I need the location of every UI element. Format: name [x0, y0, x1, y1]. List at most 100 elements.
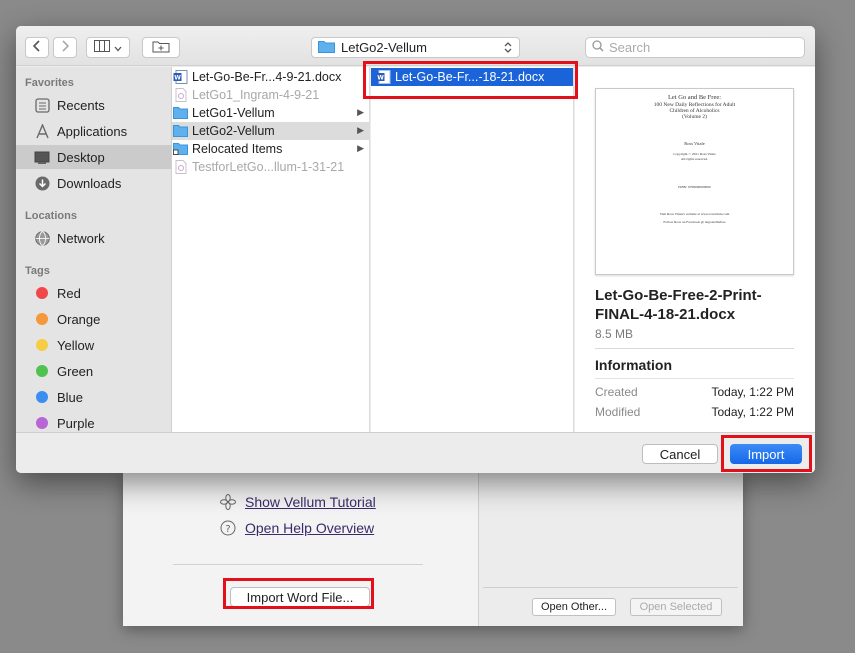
document-icon	[173, 88, 188, 102]
show-tutorial-link[interactable]: Show Vellum Tutorial	[219, 492, 376, 512]
word-doc-icon: W	[376, 70, 391, 84]
import-word-file-button[interactable]: Import Word File...	[230, 587, 370, 607]
list-item-selected[interactable]: W Let-Go-Be-Fr...-18-21.docx	[371, 68, 573, 86]
sidebar-item-recents[interactable]: Recents	[16, 93, 171, 117]
chevron-left-icon	[32, 40, 42, 55]
open-other-button[interactable]: Open Other...	[532, 598, 616, 616]
tags-heading: Tags	[25, 265, 50, 277]
search-placeholder: Search	[609, 40, 651, 55]
up-down-chevron-icon	[504, 41, 512, 57]
thumb-line: All rights reserved.	[681, 157, 708, 161]
browser-column-1: W Let-Go-Be-Fr...4-9-21.docx LetGo1_Ingr…	[172, 67, 370, 432]
cancel-button[interactable]: Cancel	[642, 444, 718, 464]
path-label: LetGo2-Vellum	[341, 40, 427, 55]
folder-icon	[173, 106, 188, 120]
downloads-icon	[34, 175, 50, 191]
document-thumbnail: Let Go and Be Free: 100 New Daily Reflec…	[595, 88, 794, 275]
open-selected-button[interactable]: Open Selected	[630, 598, 722, 616]
pane-divider	[478, 472, 479, 626]
sidebar-item-applications[interactable]: Applications	[16, 119, 171, 143]
file-name: TestforLetGo...llum-1-31-21	[192, 160, 345, 174]
thumb-line: ISBN: 9798000000000	[678, 185, 711, 189]
sidebar-item-label: Green	[57, 363, 94, 379]
red-tag-dot	[36, 287, 48, 299]
search-input[interactable]: Search	[585, 37, 805, 58]
open-help-link[interactable]: ? Open Help Overview	[219, 518, 374, 538]
chevron-right-icon	[60, 40, 70, 55]
vellum-welcome-window: Show Vellum Tutorial ? Open Help Overvie…	[123, 472, 743, 626]
thumb-line: Ross Vitale	[684, 141, 705, 146]
information-divider	[595, 378, 794, 379]
preview-file-name: Let-Go-Be-Free-2-Print-FINAL-4-18-21.doc…	[595, 287, 762, 323]
disclosure-arrow-icon: ▶	[357, 143, 364, 153]
disclosure-arrow-icon: ▶	[357, 125, 364, 135]
view-mode-button[interactable]	[86, 37, 130, 58]
list-item[interactable]: TestforLetGo...llum-1-31-21	[172, 158, 369, 176]
list-item[interactable]: LetGo1_Ingram-4-9-21	[172, 86, 369, 104]
modified-value: Today, 1:22 PM	[711, 405, 795, 419]
vellum-flower-icon	[219, 493, 237, 511]
chevron-down-icon	[114, 40, 122, 55]
green-tag-dot	[36, 365, 48, 377]
sidebar-item-label: Blue	[57, 389, 84, 405]
sidebar-tag-yellow[interactable]: Yellow	[16, 333, 171, 357]
disclosure-arrow-icon: ▶	[357, 107, 364, 117]
sidebar-item-label: Purple	[57, 415, 95, 431]
file-name: Let-Go-Be-Fr...4-9-21.docx	[192, 70, 342, 84]
back-button[interactable]	[25, 37, 49, 58]
sidebar-tag-blue[interactable]: Blue	[16, 385, 171, 409]
svg-text:?: ?	[225, 524, 230, 535]
folder-alias-icon	[173, 142, 188, 156]
import-button[interactable]: Import	[730, 444, 802, 464]
new-folder-button[interactable]	[142, 37, 180, 58]
svg-text:W: W	[174, 75, 181, 82]
svg-text:W: W	[377, 75, 384, 82]
folder-name: LetGo1-Vellum	[192, 106, 275, 120]
sidebar-tag-orange[interactable]: Orange	[16, 307, 171, 331]
browser-column-2: W Let-Go-Be-Fr...-18-21.docx	[371, 67, 574, 432]
folder-name: Relocated Items	[192, 142, 283, 156]
list-item[interactable]: Relocated Items ▶	[172, 140, 369, 158]
sidebar-item-label: Network	[57, 230, 105, 246]
dialog-footer: Cancel Import	[16, 432, 815, 473]
path-popup[interactable]: LetGo2-Vellum	[311, 37, 520, 58]
sidebar-tag-green[interactable]: Green	[16, 359, 171, 383]
sidebar-item-label: Orange	[57, 311, 101, 327]
preview-divider	[595, 348, 794, 349]
sidebar-item-label: Desktop	[57, 149, 105, 165]
sidebar-item-label: Downloads	[57, 175, 122, 191]
information-heading: Information	[595, 357, 672, 373]
thumb-line: Let Go and Be Free:	[667, 94, 722, 101]
preview-file-size: 8.5 MB	[595, 327, 634, 341]
sidebar-item-downloads[interactable]: Downloads	[16, 171, 171, 195]
orange-tag-dot	[36, 313, 48, 325]
sidebar-tag-red[interactable]: Red	[16, 281, 171, 305]
list-item[interactable]: LetGo1-Vellum ▶	[172, 104, 369, 122]
dialog-toolbar: LetGo2-Vellum Search	[16, 26, 815, 66]
file-name: Let-Go-Be-Fr...-18-21.docx	[395, 70, 545, 84]
recents-icon	[34, 97, 50, 113]
list-item[interactable]: LetGo2-Vellum ▶	[172, 122, 369, 140]
column-view-icon	[94, 40, 110, 55]
show-tutorial-text: Show Vellum Tutorial	[245, 494, 376, 510]
thumb-line: Visit Ross Vitale's website at www.rossv…	[659, 212, 730, 216]
search-icon	[592, 40, 604, 55]
created-value: Today, 1:22 PM	[711, 385, 795, 399]
sidebar-item-label: Red	[57, 285, 81, 301]
modified-label: Modified	[595, 405, 641, 419]
document-icon	[173, 160, 188, 174]
sidebar-item-network[interactable]: Network	[16, 226, 171, 250]
open-help-text: Open Help Overview	[245, 520, 375, 536]
welcome-divider	[173, 564, 423, 565]
new-folder-icon	[152, 40, 170, 56]
forward-button[interactable]	[53, 37, 77, 58]
favorites-heading: Favorites	[25, 77, 74, 89]
sidebar-item-desktop[interactable]: Desktop	[16, 145, 171, 169]
sidebar-tag-purple[interactable]: Purple	[16, 411, 171, 432]
sidebar: Favorites Recents Applications Desktop D…	[16, 67, 172, 432]
word-doc-icon: W	[173, 70, 188, 84]
network-icon	[34, 230, 50, 246]
list-item[interactable]: W Let-Go-Be-Fr...4-9-21.docx	[172, 68, 369, 86]
purple-tag-dot	[36, 417, 48, 429]
import-file-dialog: LetGo2-Vellum Search Favorites Recents A…	[16, 26, 815, 473]
